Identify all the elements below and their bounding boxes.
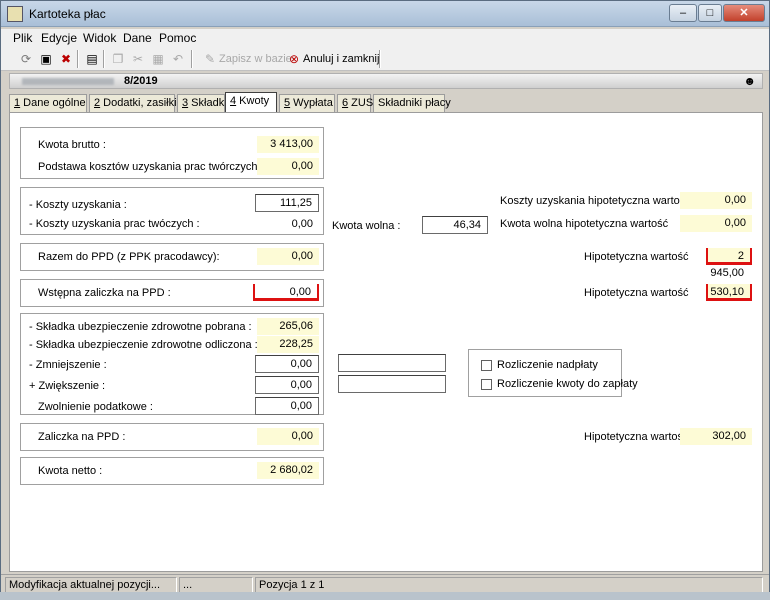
group-wstepna-zaliczka: Wstępna zaliczka na PPD : 0,00 (20, 279, 324, 307)
cancel-and-close-button[interactable]: Anuluj i zamknij (303, 53, 379, 65)
value-hipotetyczna-3: 302,00 (680, 428, 752, 445)
label-rozliczenie-nadplaty: Rozliczenie nadpłaty (497, 359, 598, 371)
group-koszty: - Koszty uzyskania : 111,25 - Koszty uzy… (20, 187, 324, 235)
menu-plik[interactable]: Plik (13, 31, 32, 45)
label-kwota-netto: Kwota netto : (38, 465, 103, 477)
label-hipotetyczna-3: Hipotetyczna wartość (584, 431, 689, 443)
label-wstepna-zaliczka: Wstępna zaliczka na PPD : (38, 287, 171, 299)
copy-icon[interactable]: ❐ (109, 50, 127, 68)
toolbar: ⟳ ▣ ✖ ▤ ❐ ✂ ▦ ↶ ✎ Zapisz w bazie ⊗ Anulu… (1, 47, 769, 71)
record-header: 8/2019 ☻ (9, 73, 763, 89)
toolbar-separator (77, 50, 79, 68)
menu-bar: Plik Edycje Widok Dane Pomoc (1, 29, 769, 47)
close-button[interactable]: ✕ (723, 4, 765, 22)
label-kwota-wolna: Kwota wolna : (332, 220, 401, 232)
employee-icon[interactable]: ☻ (743, 74, 756, 88)
value-kwota-wolna-hipotetyczna: 0,00 (680, 215, 752, 232)
value-skladka-odliczona: 228,25 (257, 336, 319, 353)
input-kwota-wolna[interactable]: 46,34 (422, 216, 488, 234)
menu-pomoc[interactable]: Pomoc (159, 31, 196, 45)
tab-dane-ogolne[interactable]: 1 Dane ogólne (9, 94, 87, 112)
group-brutto: Kwota brutto : 3 413,00 Podstawa kosztów… (20, 127, 324, 179)
checkbox-rozliczenie-kwoty[interactable] (481, 379, 492, 390)
input-zwiekszenie[interactable]: 0,00 (255, 376, 319, 394)
undo-icon[interactable]: ↶ (169, 50, 187, 68)
label-skladka-pobrana: - Składka ubezpieczenie zdrowotne pobran… (29, 321, 252, 333)
input-zmniejszenie[interactable]: 0,00 (255, 355, 319, 373)
minimize-button[interactable]: – (669, 4, 697, 22)
toolbar-separator (191, 50, 193, 68)
menu-widok[interactable]: Widok (83, 31, 116, 45)
value-zaliczka-ppd: 0,00 (257, 428, 319, 445)
pencil-icon: ✎ (204, 52, 216, 66)
kwoty-panel: Kwota brutto : 3 413,00 Podstawa kosztów… (9, 112, 763, 572)
period-label: 8/2019 (124, 75, 158, 87)
payroll-window: Kartoteka płac – □ ✕ Plik Edycje Widok D… (0, 0, 770, 594)
group-rozliczenie: Rozliczenie nadpłaty Rozliczenie kwoty d… (468, 349, 638, 397)
value-kwota-netto: 2 680,02 (257, 462, 319, 479)
label-podstawa-kosztow: Podstawa kosztów uzyskania prac twórczyc… (38, 161, 264, 173)
status-message: Modyfikacja aktualnej pozycji... (5, 577, 177, 593)
label-zwiekszenie: + Zwiększenie : (29, 380, 106, 392)
label-razem-do-ppd: Razem do PPD (z PPK pracodawcy): (38, 251, 220, 263)
title-bar: Kartoteka płac – □ ✕ (1, 1, 769, 27)
value-koszty-tworczych: 0,00 (257, 216, 319, 233)
checkbox-rozliczenie-nadplaty[interactable] (481, 360, 492, 371)
value-razem-do-ppd: 0,00 (257, 248, 319, 265)
group-kwota-netto: Kwota netto : 2 680,02 (20, 457, 324, 485)
save-to-db-button[interactable]: Zapisz w bazie (219, 53, 292, 65)
label-zaliczka-ppd: Zaliczka na PPD : (38, 431, 126, 443)
delete-icon[interactable]: ✖ (57, 50, 75, 68)
input-zwolnienie[interactable]: 0,00 (255, 397, 319, 415)
label-koszty-hipotetyczna: Koszty uzyskania hipotetyczna wartość (500, 195, 691, 207)
group-zaliczka-ppd: Zaliczka na PPD : 0,00 (20, 423, 324, 451)
input-koszty-uzyskania[interactable]: 111,25 (255, 194, 319, 212)
value-koszty-hipotetyczna: 0,00 (680, 192, 752, 209)
maximize-button[interactable]: □ (698, 4, 722, 22)
input-zmniejszenie-note[interactable] (338, 354, 446, 372)
value-wstepna-zaliczka: 0,00 (253, 284, 319, 301)
value-hipotetyczna-2: 530,10 (706, 284, 752, 301)
tab-kwoty[interactable]: 4 Kwoty (225, 92, 277, 112)
input-zwiekszenie-note[interactable] (338, 375, 446, 393)
value-skladka-pobrana: 265,06 (257, 318, 319, 335)
status-bar: Modyfikacja aktualnej pozycji... ... Poz… (1, 574, 769, 594)
refresh-icon[interactable]: ⟳ (17, 50, 35, 68)
app-icon (7, 6, 23, 22)
cut-icon[interactable]: ✂ (129, 50, 147, 68)
save-disk-icon[interactable]: ▣ (37, 50, 55, 68)
tab-wyplata[interactable]: 5 Wypłata (279, 94, 335, 112)
menu-dane[interactable]: Dane (123, 31, 152, 45)
window-title: Kartoteka płac (29, 7, 106, 21)
properties-icon[interactable]: ▤ (83, 50, 101, 68)
value-kwota-brutto: 3 413,00 (257, 136, 319, 153)
paste-icon[interactable]: ▦ (149, 50, 167, 68)
status-middle: ... (179, 577, 253, 593)
value-hipotetyczna-1: 2 945,00 (706, 248, 752, 279)
cancel-icon: ⊗ (288, 52, 300, 66)
label-kwota-wolna-hipotetyczna: Kwota wolna hipotetyczna wartość (500, 218, 669, 230)
label-zwolnienie: Zwolnienie podatkowe : (38, 401, 153, 413)
group-skladki-zdrowotne: - Składka ubezpieczenie zdrowotne pobran… (20, 313, 324, 415)
status-position: Pozycja 1 z 1 (255, 577, 763, 593)
tab-dodatki-zasilki[interactable]: 2 Dodatki, zasiłki (89, 94, 177, 112)
label-hipotetyczna-1: Hipotetyczna wartość (584, 251, 689, 263)
group-razem-ppd: Razem do PPD (z PPK pracodawcy): 0,00 (20, 243, 324, 271)
toolbar-separator (379, 50, 381, 68)
tab-skladniki-placy[interactable]: Składniki płacy (373, 94, 451, 112)
toolbar-separator (103, 50, 105, 68)
label-rozliczenie-kwoty: Rozliczenie kwoty do zapłaty (497, 378, 638, 390)
menu-edycje[interactable]: Edycje (41, 31, 77, 45)
label-skladka-odliczona: - Składka ubezpieczenie zdrowotne odlicz… (29, 339, 258, 351)
tab-skladki[interactable]: 3 Składki (177, 94, 227, 112)
background-app-strip-bottom (0, 592, 770, 600)
label-kwota-brutto: Kwota brutto : (38, 139, 106, 151)
value-podstawa-kosztow: 0,00 (257, 158, 319, 175)
label-hipotetyczna-2: Hipotetyczna wartość (584, 287, 689, 299)
label-koszty-tworczych: - Koszty uzyskania prac twóczych : (29, 218, 200, 230)
label-zmniejszenie: - Zmniejszenie : (29, 359, 107, 371)
employee-name-redacted (22, 78, 114, 85)
label-koszty-uzyskania: - Koszty uzyskania : (29, 199, 127, 211)
tab-zus[interactable]: 6 ZUS (337, 94, 373, 112)
